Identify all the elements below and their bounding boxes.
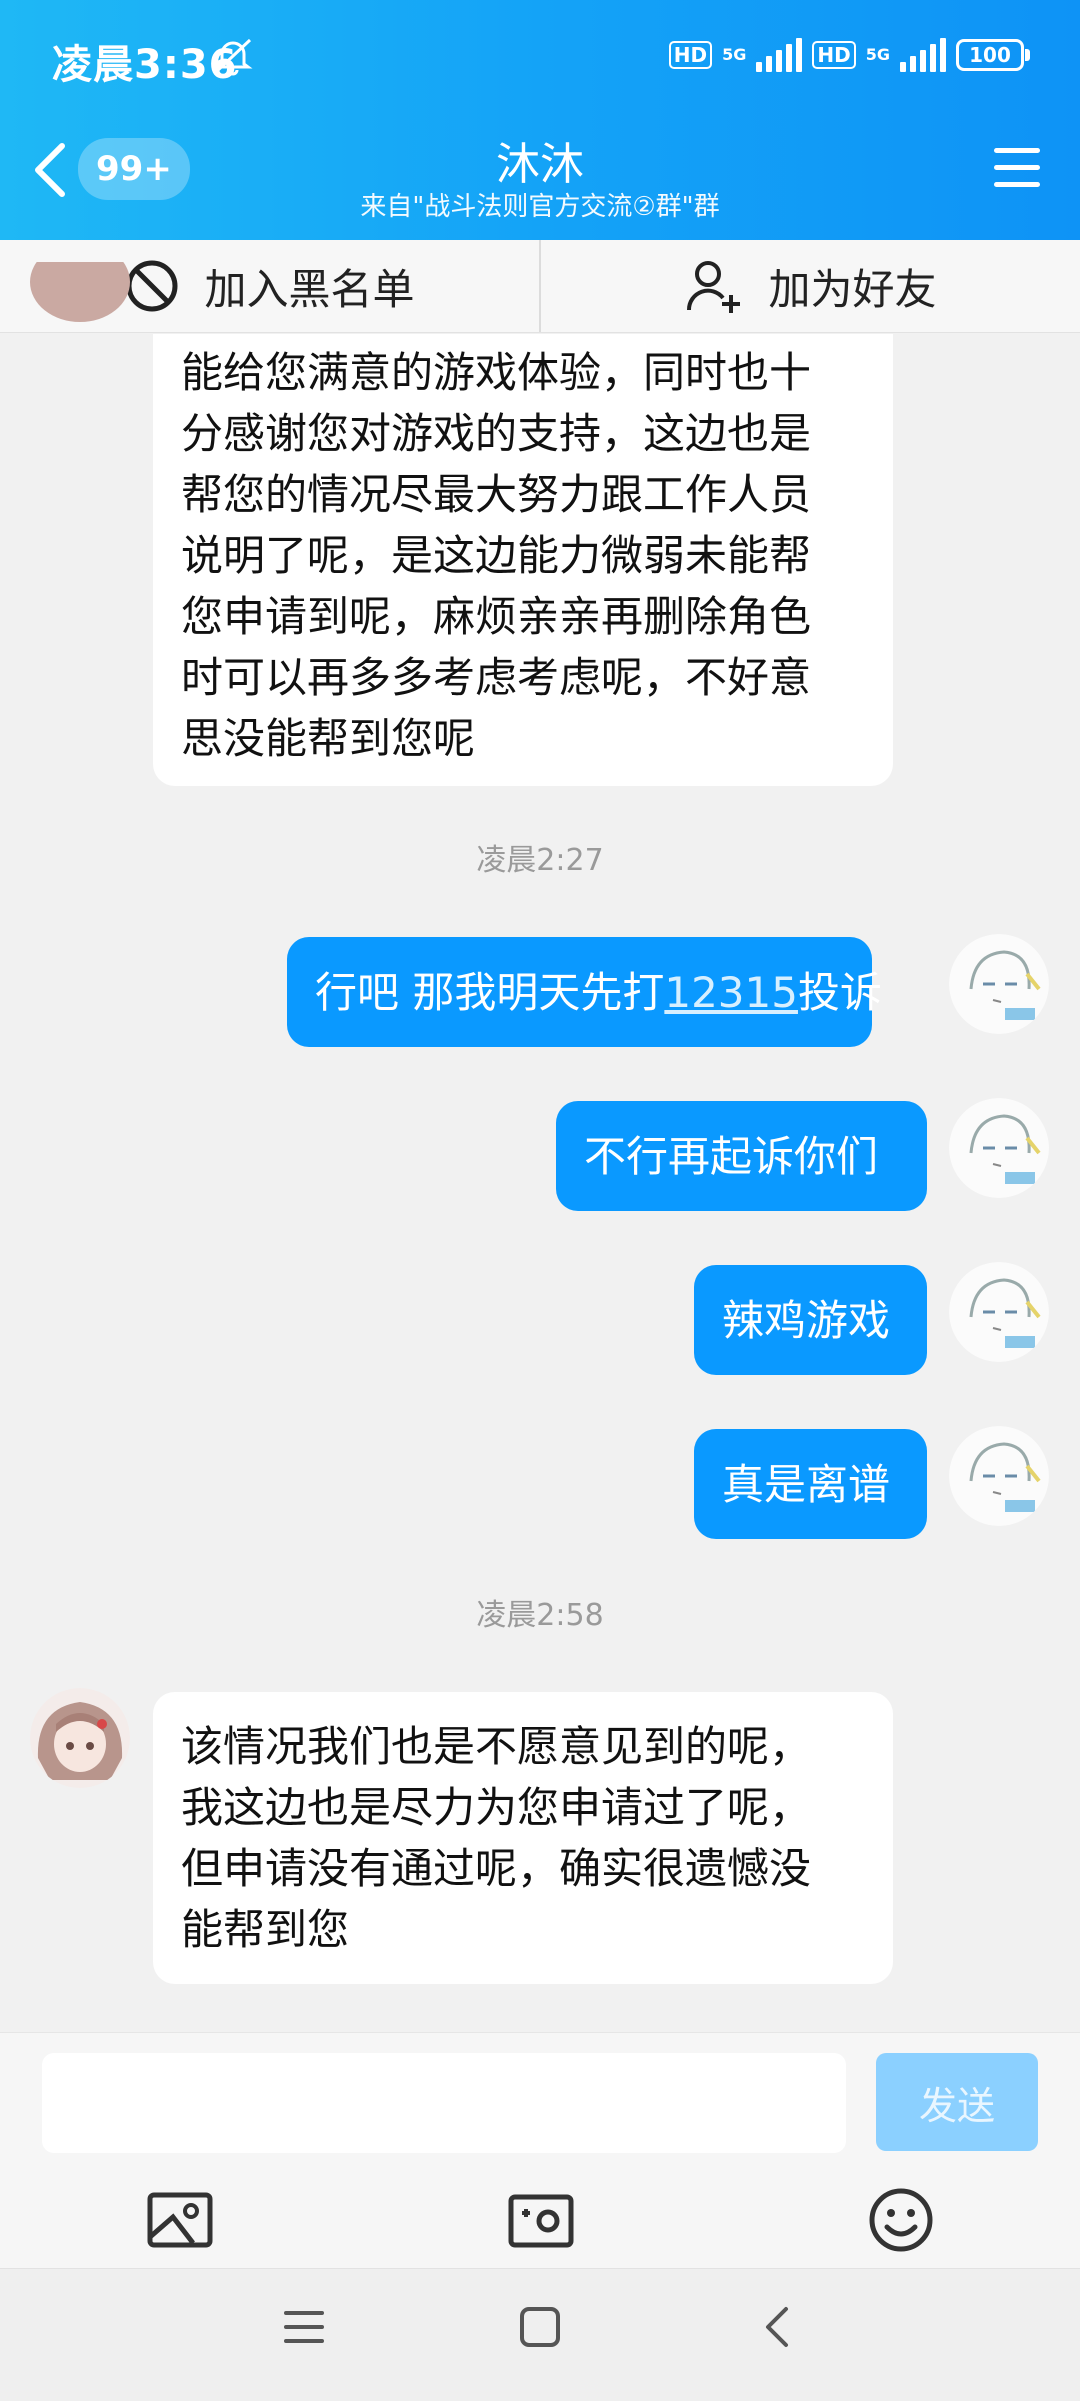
message-text: 投诉 (797, 967, 882, 1017)
chat-header: 凌晨3:36 HD 5G HD 5G 100 99+ 沐沐 来自"战斗法则官方交… (0, 0, 1080, 240)
image-icon (147, 2192, 213, 2248)
outgoing-message[interactable]: 行吧 那我明天先打 12315 投诉 (287, 937, 882, 1047)
message-line: 但申请没有通过呢，确实很遗憾没 (181, 1844, 812, 1893)
my-avatar[interactable] (949, 934, 1049, 1034)
input-area: 发送 (0, 2032, 1080, 2269)
chat-subtitle: 来自"战斗法则官方交流②群"群 (360, 192, 720, 222)
block-label: 加入黑名单 (204, 264, 415, 314)
message-timestamp: 凌晨2:58 (476, 1598, 604, 1633)
photo-button[interactable] (145, 2185, 215, 2255)
menu-button[interactable] (994, 148, 1040, 199)
mute-icon (210, 36, 256, 80)
message-line: 分感谢您对游戏的支持，这边也是 (181, 409, 812, 458)
message-line: 能帮到您 (181, 1905, 350, 1954)
outgoing-message[interactable]: 不行再起诉你们 (556, 1101, 927, 1211)
menu-icon (284, 2311, 324, 2343)
status-indicators: HD 5G HD 5G 100 (668, 38, 1030, 72)
hd-badge: HD (812, 41, 856, 69)
message-text: 行吧 那我明天先打 (315, 967, 665, 1017)
message-line: 您申请到呢，麻烦亲亲再删除角色 (181, 592, 812, 641)
battery-level: 100 (969, 43, 1011, 67)
message-line: 思没能帮到您呢 (181, 714, 476, 763)
camera-icon (508, 2194, 574, 2248)
battery-icon: 100 (956, 39, 1030, 71)
signal-icon (756, 38, 803, 72)
message-text: 辣鸡游戏 (722, 1295, 891, 1345)
network-type: 5G (865, 45, 890, 64)
add-friend-label: 加为好友 (768, 264, 937, 314)
outgoing-message[interactable]: 辣鸡游戏 (694, 1265, 927, 1375)
outgoing-message[interactable]: 真是离谱 (694, 1429, 927, 1539)
incoming-message[interactable]: 能给您满意的游戏体验，同时也十 分感谢您对游戏的支持，这边也是 帮您的情况尽最大… (153, 334, 893, 786)
send-button[interactable]: 发送 (876, 2053, 1038, 2151)
message-line: 时可以再多多考虑考虑呢，不好意 (181, 653, 812, 702)
prohibit-icon (126, 260, 178, 312)
message-line: 说明了呢，是这边能力微弱未能帮 (181, 531, 812, 580)
message-line: 能给您满意的游戏体验，同时也十 (181, 348, 812, 397)
home-square-icon (520, 2307, 560, 2347)
back-icon (766, 2307, 788, 2347)
my-avatar[interactable] (949, 1262, 1049, 1362)
emoji-button[interactable] (866, 2185, 936, 2255)
sender-avatar[interactable] (30, 1688, 130, 1788)
emoji-icon (869, 2188, 933, 2252)
message-timestamp: 凌晨2:27 (476, 843, 604, 878)
add-friend-button[interactable]: 加为好友 (541, 240, 1080, 332)
network-type: 5G (722, 45, 747, 64)
sender-avatar[interactable] (30, 262, 130, 350)
add-person-icon (687, 261, 741, 313)
phone-link[interactable]: 12315 (664, 962, 798, 1023)
message-line: 我这边也是尽力为您申请过了呢， (181, 1783, 812, 1832)
message-text: 真是离谱 (722, 1459, 891, 1509)
my-avatar[interactable] (949, 1426, 1049, 1526)
nav-back-button[interactable] (756, 2305, 800, 2353)
message-text: 不行再起诉你们 (584, 1131, 879, 1181)
hd-badge: HD (668, 41, 713, 69)
system-navbar (0, 2268, 1080, 2401)
nav-home-button[interactable] (518, 2305, 562, 2353)
message-line: 该情况我们也是不愿意见到的呢， (181, 1722, 812, 1771)
nav-menu-button[interactable] (282, 2305, 326, 2353)
my-avatar[interactable] (949, 1098, 1049, 1198)
action-bar: 加入黑名单 加为好友 (0, 240, 1080, 333)
chat-title: 沐沐 (496, 139, 584, 190)
signal-icon (900, 38, 946, 72)
message-input[interactable] (42, 2053, 846, 2153)
message-line: 帮您的情况尽最大努力跟工作人员 (181, 470, 812, 519)
camera-button[interactable] (506, 2185, 576, 2255)
incoming-message[interactable]: 该情况我们也是不愿意见到的呢， 我这边也是尽力为您申请过了呢， 但申请没有通过呢… (153, 1692, 893, 1984)
